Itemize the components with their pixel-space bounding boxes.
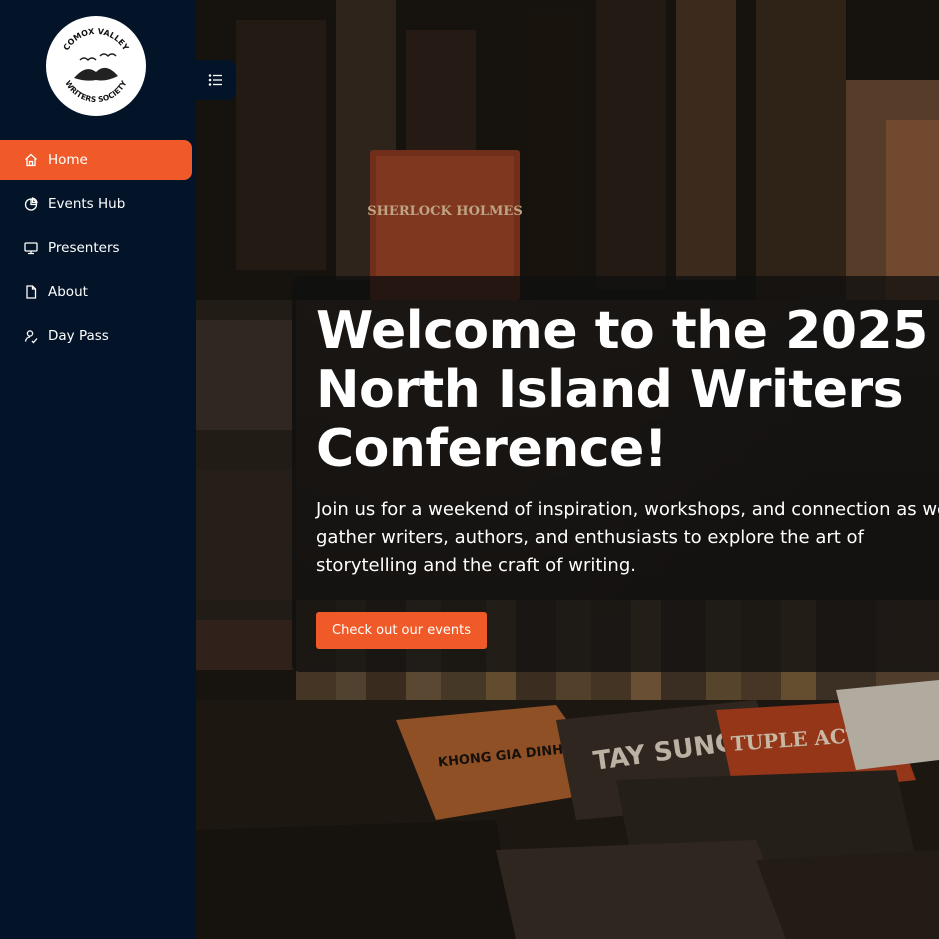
sidebar-item-day-pass[interactable]: Day Pass	[0, 316, 192, 356]
home-icon	[23, 152, 39, 168]
sidebar-item-label: Events Hub	[48, 196, 126, 212]
svg-text:WRITERS SOCIETY: WRITERS SOCIETY	[63, 79, 129, 105]
hero-title: Welcome to the 2025 North Island Writers…	[316, 301, 928, 479]
svg-text:COMOX VALLEY: COMOX VALLEY	[62, 27, 131, 52]
logo-text-bottom: WRITERS SOCIETY	[63, 79, 129, 105]
menu-list-icon	[208, 74, 222, 86]
sidebar-item-label: Home	[48, 152, 88, 168]
logo[interactable]: COMOX VALLEY WRITERS SOCIETY	[46, 16, 146, 116]
pie-chart-icon	[23, 196, 39, 212]
sidebar-item-label: Day Pass	[48, 328, 109, 344]
sidebar-item-events-hub[interactable]: Events Hub	[0, 184, 192, 224]
sidebar-item-label: About	[48, 284, 88, 300]
sidebar: COMOX VALLEY WRITERS SOCIETY Home Events…	[0, 0, 196, 939]
sidebar-item-presenters[interactable]: Presenters	[0, 228, 192, 268]
sidebar-nav: Home Events Hub Presenters About Day Pas…	[0, 140, 196, 360]
sidebar-item-home[interactable]: Home	[0, 140, 192, 180]
hero-subtitle: Join us for a weekend of inspiration, wo…	[316, 499, 939, 576]
page: SHERLOCK HOLMES	[0, 0, 939, 939]
user-pass-icon	[23, 328, 39, 344]
document-icon	[23, 284, 39, 300]
hero-card: Welcome to the 2025 North Island Writers…	[292, 276, 939, 672]
sidebar-item-label: Presenters	[48, 240, 120, 256]
sidebar-item-about[interactable]: About	[0, 272, 192, 312]
check-out-events-button[interactable]: Check out our events	[316, 612, 488, 649]
monitor-icon	[23, 240, 39, 256]
logo-text-top: COMOX VALLEY	[62, 27, 131, 52]
writers-society-logo-icon: COMOX VALLEY WRITERS SOCIETY	[62, 27, 131, 105]
sidebar-toggle-button[interactable]	[196, 60, 236, 100]
